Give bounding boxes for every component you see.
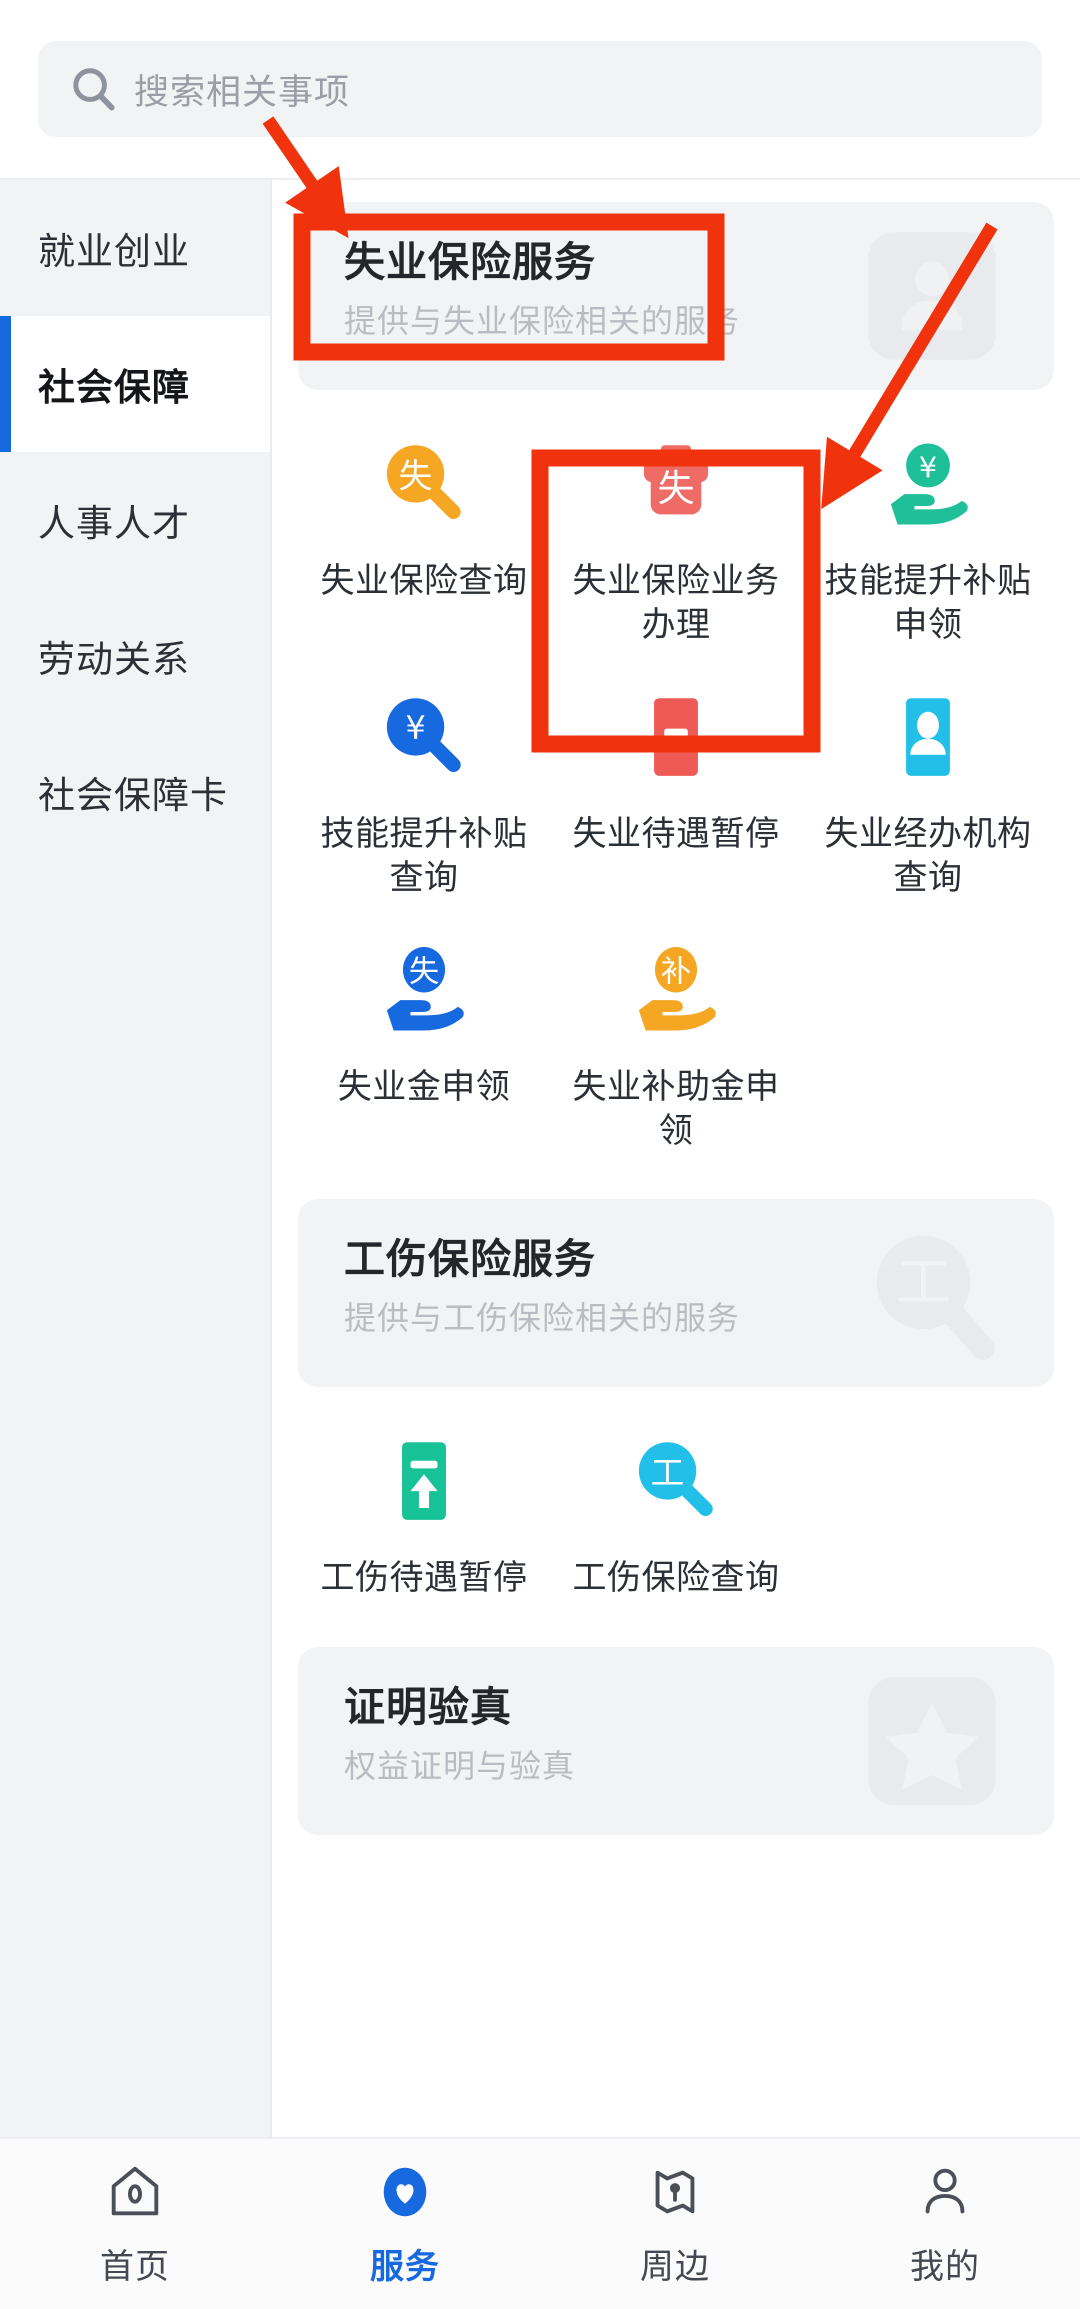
tab-label: 周边 (640, 2247, 710, 2286)
service-tile-label: 技能提升补贴申领 (824, 562, 1032, 644)
person-card-icon (906, 698, 950, 776)
app-root: 搜索相关事项 就业创业 社会保障 人事人才 劳动关系 社会保障卡 失业保险服务 … (0, 0, 1080, 2309)
sidebar-item-label: 社会保障 (38, 367, 190, 408)
service-tile-unemployment-business[interactable]: 失 失业保险业务办理 (550, 404, 802, 657)
search-input[interactable]: 搜索相关事项 (38, 41, 1042, 137)
svg-text:补: 补 (661, 955, 691, 990)
svg-text:失: 失 (399, 456, 433, 495)
section-header-unemployment[interactable]: 失业保险服务 提供与失业保险相关的服务 (298, 202, 1054, 390)
bottom-tab-bar[interactable]: 首页 服务 周边 我的 (0, 2137, 1080, 2309)
service-tile-skill-subsidy-apply[interactable]: ¥ 技能提升补贴申领 (802, 404, 1054, 657)
service-tile-skill-subsidy-query[interactable]: ¥ 技能提升补贴查询 (298, 657, 550, 910)
tab-label: 服务 (370, 2247, 440, 2286)
search-icon (73, 68, 115, 111)
service-tile-label: 失业补助金申领 (572, 1068, 780, 1150)
tab-mine[interactable]: 我的 (810, 2161, 1080, 2288)
sidebar-item-labor-relations[interactable]: 劳动关系 (0, 588, 270, 724)
service-tile-unemployment-query[interactable]: 失 失业保险查询 (298, 404, 550, 657)
hand-bu-icon: 补 (638, 947, 716, 1031)
sidebar-item-hr-talent[interactable]: 人事人才 (0, 452, 270, 588)
sidebar-item-label: 就业创业 (38, 231, 190, 272)
service-grid-unemployment: 失 失业保险查询 失 失业保险业务办理 ¥ 技能提升补贴申领 ¥ 技能提升补贴查… (298, 390, 1054, 1163)
briefcase-shi-icon: 失 (643, 445, 709, 515)
svg-text:¥: ¥ (405, 709, 425, 747)
section-header-certificate-verify[interactable]: 证明验真 权益证明与验真 (298, 1646, 1054, 1835)
tab-services[interactable]: 服务 (270, 2161, 540, 2288)
svg-text:失: 失 (657, 467, 694, 510)
svg-text:工: 工 (651, 1453, 685, 1492)
service-tile-work-injury-benefit-pause[interactable]: 工伤待遇暂停 (298, 1401, 550, 1611)
service-list[interactable]: 失业保险服务 提供与失业保险相关的服务 失 失业保险查询 失 失业保险业务办理 … (272, 180, 1080, 2137)
sidebar-item-employment[interactable]: 就业创业 (0, 180, 270, 316)
service-tile-unemployment-agency-query[interactable]: 失业经办机构查询 (802, 657, 1054, 910)
service-scroll-area[interactable]: 失业保险服务 提供与失业保险相关的服务 失 失业保险查询 失 失业保险业务办理 … (272, 180, 1080, 2137)
service-tile-label: 技能提升补贴查询 (320, 815, 528, 897)
hand-shi-icon: 失 (386, 947, 464, 1031)
section-header-work-injury[interactable]: 工伤保险服务 提供与工伤保险相关的服务 工 (298, 1199, 1054, 1388)
service-grid-work-injury: 工伤待遇暂停 工 工伤保险查询 (298, 1387, 1054, 1611)
magnifier-yuan-icon: ¥ (386, 698, 461, 773)
star-card-watermark-icon (868, 1676, 996, 1805)
service-tile-label: 工伤保险查询 (572, 1559, 780, 1598)
person-card-watermark-icon (868, 232, 996, 360)
sidebar-item-label: 人事人才 (38, 503, 190, 544)
service-tile-label: 失业保险查询 (320, 562, 528, 600)
service-tile-label: 失业金申领 (337, 1068, 511, 1107)
person-icon (925, 2168, 965, 2213)
map-pin-icon (655, 2170, 695, 2213)
tab-label: 首页 (100, 2247, 170, 2286)
heart-circle-icon (383, 2167, 427, 2216)
svg-text:工: 工 (896, 1252, 951, 1316)
category-sidebar[interactable]: 就业创业 社会保障 人事人才 劳动关系 社会保障卡 (0, 180, 272, 2137)
service-tile-unemployment-allowance-apply[interactable]: 补 失业补助金申领 (550, 910, 802, 1163)
hand-yuan-icon: ¥ (890, 443, 968, 525)
sidebar-item-social-security-card[interactable]: 社会保障卡 (0, 724, 270, 860)
search-placeholder: 搜索相关事项 (134, 72, 351, 112)
gong-magnifier-watermark-icon: 工 (876, 1235, 995, 1361)
service-grid-spacer (802, 1401, 1054, 1611)
service-tile-label: 失业经办机构查询 (824, 815, 1032, 897)
tab-label: 我的 (910, 2247, 980, 2286)
service-tile-unemployment-fund-apply[interactable]: 失 失业金申领 (298, 910, 550, 1163)
sidebar-item-label: 社会保障卡 (38, 775, 228, 816)
tab-home[interactable]: 首页 (0, 2161, 270, 2288)
service-tile-label: 工伤待遇暂停 (320, 1559, 528, 1598)
tab-nearby[interactable]: 周边 (540, 2161, 810, 2288)
content-body: 就业创业 社会保障 人事人才 劳动关系 社会保障卡 失业保险服务 提供与失业保险… (0, 178, 1080, 2137)
service-tile-work-injury-query[interactable]: 工 工伤保险查询 (550, 1401, 802, 1611)
service-tile-label: 失业待遇暂停 (572, 815, 780, 854)
uparrow-card-icon (402, 1442, 446, 1520)
sidebar-item-label: 劳动关系 (38, 639, 190, 680)
service-tile-label: 失业保险业务办理 (572, 562, 780, 644)
magnifier-gong-icon: 工 (638, 1442, 713, 1517)
svg-text:失: 失 (409, 955, 439, 990)
magnifier-shi-icon: 失 (386, 445, 461, 520)
service-tile-unemployment-benefit-pause[interactable]: 失业待遇暂停 (550, 657, 802, 910)
svg-text:¥: ¥ (919, 450, 937, 484)
search-header: 搜索相关事项 (0, 0, 1080, 178)
sidebar-item-social-security[interactable]: 社会保障 (0, 316, 270, 452)
home-icon (111, 2166, 159, 2215)
pause-card-icon (654, 698, 698, 776)
